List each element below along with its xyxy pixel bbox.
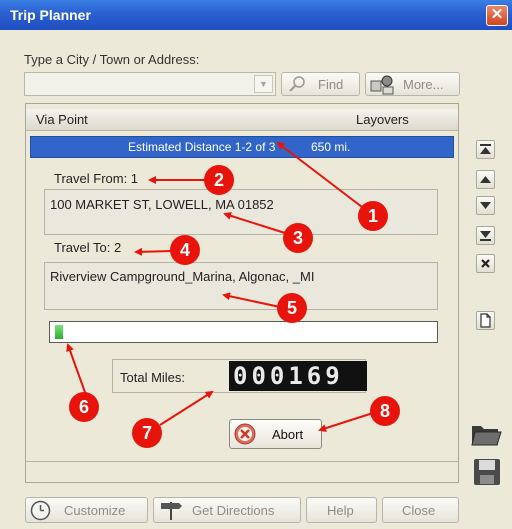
move-bottom-icon — [480, 231, 491, 241]
stop-x-icon — [234, 423, 256, 445]
city-address-combobox[interactable] — [24, 72, 276, 96]
open-folder-icon[interactable] — [470, 420, 502, 448]
find-button-label: Find — [318, 77, 344, 92]
save-disk-icon[interactable] — [472, 457, 502, 487]
move-to-bottom-button[interactable] — [476, 226, 495, 245]
new-trip-button[interactable] — [476, 311, 495, 330]
estimated-distance-text: Estimated Distance 1-2 of 3 — [128, 140, 276, 154]
customize-button-label: Customize — [64, 503, 126, 518]
delete-button[interactable] — [476, 254, 495, 273]
more-button-label: More... — [403, 77, 444, 92]
arrow-down-icon — [480, 202, 491, 209]
abort-button-label: Abort — [272, 427, 304, 442]
close-button-label: Close — [402, 503, 436, 518]
travel-to-address: Riverview Campground_Marina, Algonac, _M… — [50, 269, 315, 284]
help-button-label: Help — [327, 503, 354, 518]
move-down-button[interactable] — [476, 196, 495, 215]
city-input-label: Type a City / Town or Address: — [24, 52, 200, 67]
move-top-icon — [480, 144, 491, 154]
panel-divider — [26, 461, 458, 462]
magnifier-icon — [289, 76, 305, 92]
travel-from-address: 100 MARKET ST, LOWELL, MA 01852 — [50, 197, 274, 212]
close-window-button[interactable]: ✕ — [486, 5, 508, 26]
delete-x-icon — [481, 259, 490, 268]
clock-icon — [30, 500, 51, 521]
move-up-button[interactable] — [476, 170, 495, 189]
move-to-top-button[interactable] — [476, 140, 495, 159]
travel-to-label: Travel To: 2 — [54, 240, 122, 255]
window-title: Trip Planner — [10, 7, 91, 23]
travel-from-label: Travel From: 1 — [54, 171, 139, 186]
arrow-up-icon — [480, 176, 491, 183]
progress-bar — [49, 321, 438, 343]
more-options-icon — [370, 75, 394, 95]
estimated-distance-miles: 650 mi. — [311, 140, 351, 154]
signpost-icon — [161, 502, 182, 520]
new-document-icon — [480, 313, 491, 328]
travel-from-box — [44, 189, 438, 235]
total-miles-label: Total Miles: — [120, 370, 186, 385]
column-header-layovers[interactable]: Layovers — [356, 112, 409, 127]
column-header-via-point[interactable]: Via Point — [36, 112, 88, 127]
odometer-display: 000169 — [229, 361, 367, 391]
progress-bar-fill — [55, 325, 63, 339]
chevron-down-icon[interactable]: ▼ — [254, 75, 273, 93]
get-directions-button-label: Get Directions — [192, 503, 275, 518]
